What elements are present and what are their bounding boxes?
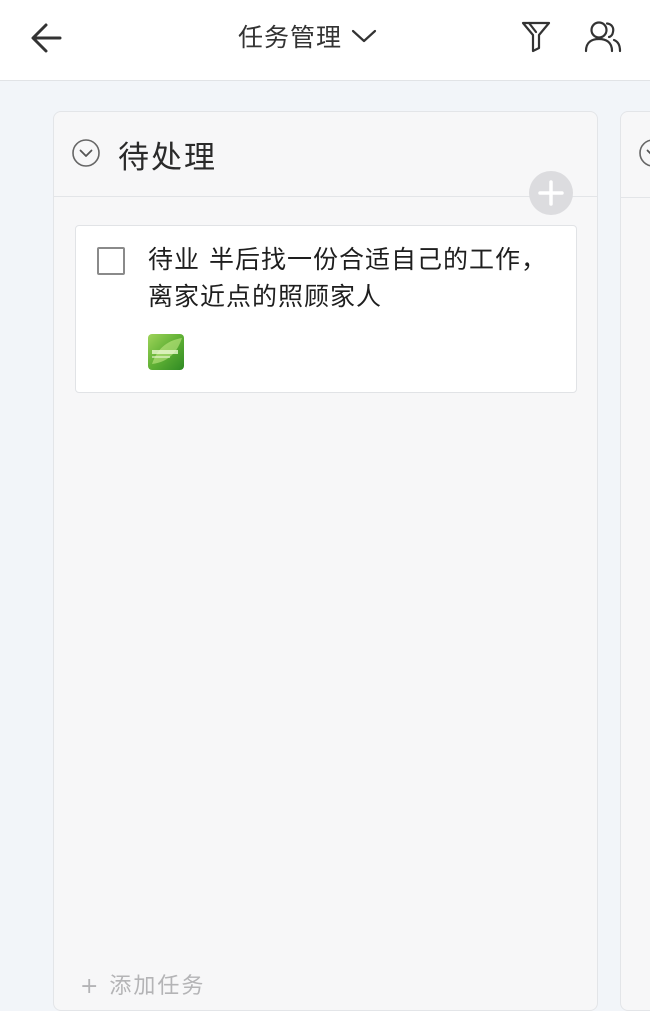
- next-task-column: [620, 111, 650, 1011]
- add-task-hint[interactable]: + 添加任务: [80, 968, 205, 1000]
- title-dropdown[interactable]: 任务管理: [238, 18, 378, 54]
- filter-button[interactable]: [514, 16, 558, 56]
- add-task-button[interactable]: [529, 171, 573, 215]
- members-icon: [584, 21, 622, 53]
- members-button[interactable]: [580, 16, 626, 56]
- back-button[interactable]: [24, 18, 68, 58]
- arrow-left-icon: [31, 23, 62, 53]
- green-leaf-image: [148, 334, 184, 370]
- chevron-down-icon: [351, 29, 377, 43]
- task-attachment-thumbnail[interactable]: [148, 334, 184, 370]
- column-title: 待处理: [118, 140, 217, 176]
- task-checkbox[interactable]: [97, 247, 125, 275]
- task-text: 待业 半后找一份合适自己的工作，离家近点的照顾家人: [148, 245, 547, 311]
- page-title: 任务管理: [238, 23, 343, 52]
- filter-icon: [521, 21, 551, 53]
- plus-icon: [538, 180, 564, 206]
- task-column: 待处理 待业 半后找一份合适自己的工作，离家近点的照顾家人: [53, 111, 598, 1011]
- collapse-button[interactable]: [71, 138, 101, 168]
- column-divider: [621, 197, 650, 198]
- task-card[interactable]: 待业 半后找一份合适自己的工作，离家近点的照顾家人: [75, 225, 577, 393]
- chevron-down-circle-icon: [72, 139, 100, 167]
- chevron-down-circle-icon[interactable]: [638, 138, 650, 168]
- column-header: 待处理: [54, 112, 597, 197]
- top-bar: 任务管理: [0, 0, 650, 81]
